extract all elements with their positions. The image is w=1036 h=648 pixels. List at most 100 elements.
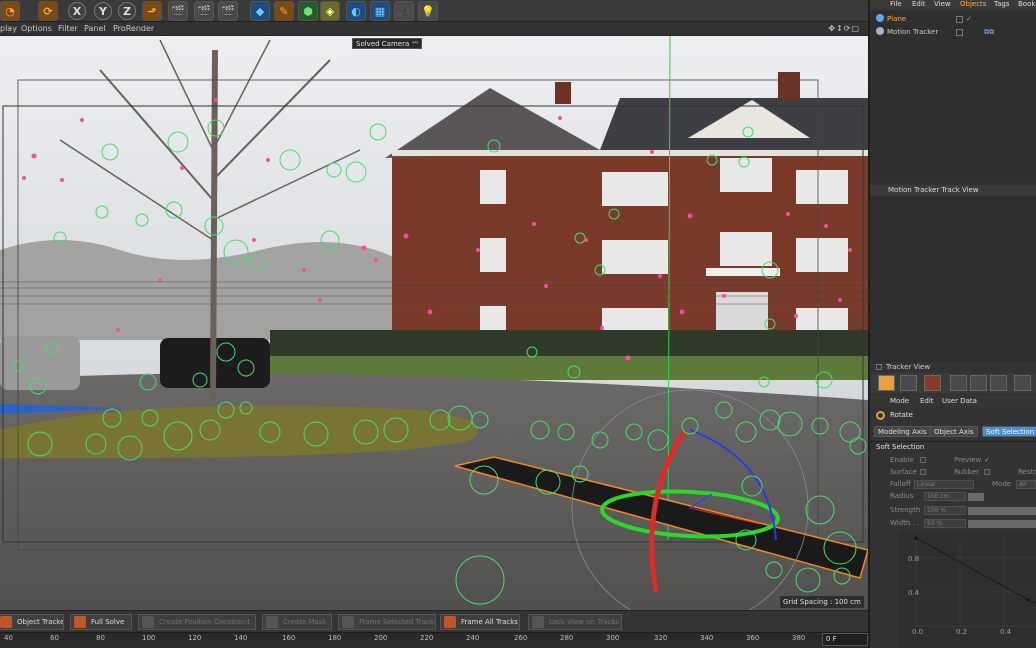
- object-tracker-button[interactable]: Object Tracker: [0, 614, 64, 630]
- timeline-tick: 200: [374, 634, 388, 642]
- strength-field[interactable]: 100 %: [924, 506, 966, 515]
- generators-icon[interactable]: ◈: [320, 1, 340, 21]
- enable-row: Enable Preview ✓: [870, 455, 1036, 466]
- surface-checkbox[interactable]: [920, 469, 926, 475]
- menu-view[interactable]: View: [934, 0, 951, 8]
- object-list: Plane ✓ Motion Tracker ⧉⧉: [870, 11, 1036, 183]
- current-frame-field[interactable]: 0 F: [822, 633, 868, 646]
- timeline-ruler[interactable]: 40 60 80 100 120 140 160 180 200 220 240…: [0, 632, 868, 648]
- radius-slider[interactable]: [968, 493, 984, 501]
- pen-spline-icon[interactable]: ✎: [274, 1, 294, 21]
- render-settings-icon[interactable]: 🎬: [218, 1, 238, 21]
- frame-selected-icon: [342, 616, 354, 628]
- timeline-tick: 80: [96, 634, 105, 642]
- subdivision-icon[interactable]: ⬢: [298, 1, 318, 21]
- preview-checkbox[interactable]: ✓: [984, 455, 990, 466]
- cube-icon[interactable]: ◆: [250, 1, 270, 21]
- tab-object-axis[interactable]: Object Axis: [930, 426, 978, 437]
- falloff-dropdown[interactable]: Linear: [914, 480, 974, 489]
- tracker-render-icon[interactable]: [924, 375, 941, 391]
- radius-field[interactable]: 100 cm: [924, 492, 966, 501]
- tracker-frame-icon[interactable]: [900, 375, 917, 391]
- enable-label: Enable: [890, 456, 914, 464]
- x-axis-lock-button[interactable]: X: [68, 2, 86, 20]
- tracker-view-toggle[interactable]: Tracker View: [870, 362, 1036, 372]
- falloff-curve-graph[interactable]: 0.8 0.4 0.0 0.2 0.4: [898, 530, 1036, 648]
- create-position-constraint-button[interactable]: Create Position Constraint: [138, 614, 256, 630]
- render-picture-viewer-icon[interactable]: 🎬: [194, 1, 214, 21]
- menu-filter[interactable]: Filter: [58, 24, 78, 33]
- tracker-curve-icon[interactable]: [1014, 375, 1031, 391]
- z-axis-label: Z: [123, 4, 131, 18]
- floor-icon[interactable]: ▦: [370, 1, 390, 21]
- strength-label: Strength: [890, 506, 921, 514]
- enabled-check-icon[interactable]: ✓: [966, 14, 972, 25]
- light-icon[interactable]: 💡: [418, 1, 438, 21]
- mode-dropdown[interactable]: All: [1016, 480, 1036, 489]
- viewport-nav-icons[interactable]: ✥↕⟳▢: [828, 24, 860, 33]
- menu-file[interactable]: File: [890, 0, 902, 8]
- menu-user-data[interactable]: User Data: [942, 395, 977, 407]
- menu-bookmarks[interactable]: Bookm: [1018, 0, 1036, 8]
- object-row-motion-tracker[interactable]: Motion Tracker ⧉⧉: [876, 27, 1036, 38]
- tracker-curve-icon[interactable]: [970, 375, 987, 391]
- timeline-tick: 260: [514, 634, 528, 642]
- menu-panel[interactable]: Panel: [84, 24, 106, 33]
- tab-modeling-axis[interactable]: Modeling Axis: [874, 426, 931, 437]
- track-view-area[interactable]: [870, 196, 1036, 362]
- full-solve-button[interactable]: Full Solve: [70, 614, 132, 630]
- menu-objects[interactable]: Objects: [960, 0, 986, 8]
- tracker-tag-icon[interactable]: ⧉⧉: [984, 27, 994, 38]
- timeline-tick: 140: [234, 634, 248, 642]
- lock-view-icon: [532, 616, 544, 628]
- undo-icon[interactable]: ◔: [0, 1, 20, 21]
- tracker-curve-icon[interactable]: [990, 375, 1007, 391]
- curve-x-tick: 0.2: [956, 628, 967, 636]
- timeline-tick: 120: [188, 634, 202, 642]
- frame-all-tracks-button[interactable]: Frame All Tracks: [440, 614, 520, 630]
- attribute-manager-menu: Mode Edit User Data: [870, 395, 1036, 407]
- timeline-tick: 300: [606, 634, 620, 642]
- menu-prorender[interactable]: ProRender: [113, 24, 154, 33]
- deformer-icon[interactable]: ◐: [346, 1, 366, 21]
- camera-icon[interactable]: 🎥: [394, 1, 414, 21]
- tab-soft-selection[interactable]: Soft Selection: [982, 426, 1036, 437]
- tracker-curve-icon[interactable]: [950, 375, 967, 391]
- tracker-view-checkbox[interactable]: [876, 364, 882, 370]
- attribute-tabs: Modeling Axis Object Axis Soft Selection: [874, 426, 1036, 438]
- rubber-checkbox[interactable]: [984, 469, 990, 475]
- enable-checkbox[interactable]: [920, 457, 926, 463]
- timeline-tick: 180: [328, 634, 342, 642]
- falloff-label: Falloff: [890, 480, 911, 488]
- render-view-icon[interactable]: 🎬: [168, 1, 188, 21]
- x-axis-label: X: [72, 4, 82, 18]
- tracker-tool-icon[interactable]: [878, 375, 895, 391]
- create-mask-button[interactable]: Create Mask: [262, 614, 332, 630]
- visibility-toggle[interactable]: [956, 16, 963, 23]
- timeline-tick: 160: [282, 634, 296, 642]
- menu-edit[interactable]: Edit: [912, 0, 926, 8]
- z-axis-lock-button[interactable]: Z: [118, 2, 136, 20]
- coordinate-system-icon[interactable]: ⬏: [142, 1, 162, 21]
- frame-selected-tracks-button[interactable]: Frame Selected Tracks: [338, 614, 436, 630]
- width-field[interactable]: 50 %: [924, 519, 966, 528]
- curve-point[interactable]: [914, 536, 918, 540]
- timeline-tick: 280: [560, 634, 574, 642]
- strength-slider[interactable]: [968, 507, 1036, 515]
- visibility-toggle[interactable]: [956, 29, 963, 36]
- menu-display[interactable]: play: [0, 24, 17, 33]
- menu-edit[interactable]: Edit: [920, 395, 934, 407]
- rotate-tool-icon[interactable]: ⟳: [38, 1, 58, 21]
- lock-view-on-tracks-button[interactable]: Lock View on Tracks: [528, 614, 622, 630]
- object-row-plane[interactable]: Plane ✓: [876, 14, 1036, 25]
- strength-row: Strength 100 %: [870, 505, 1036, 516]
- solved-camera-label[interactable]: Solved Camera ⁺⁰: [352, 38, 422, 49]
- width-slider[interactable]: [968, 520, 1036, 528]
- create-position-constraint-label: Create Position Constraint: [159, 618, 251, 626]
- 3d-viewport[interactable]: Solved Camera ⁺⁰ Grid Spacing : 100 cm: [0, 36, 868, 610]
- menu-tags[interactable]: Tags: [994, 0, 1010, 8]
- y-axis-lock-button[interactable]: Y: [94, 2, 112, 20]
- menu-options[interactable]: Options: [21, 24, 52, 33]
- curve-point[interactable]: [1026, 598, 1030, 602]
- menu-mode[interactable]: Mode: [890, 395, 909, 407]
